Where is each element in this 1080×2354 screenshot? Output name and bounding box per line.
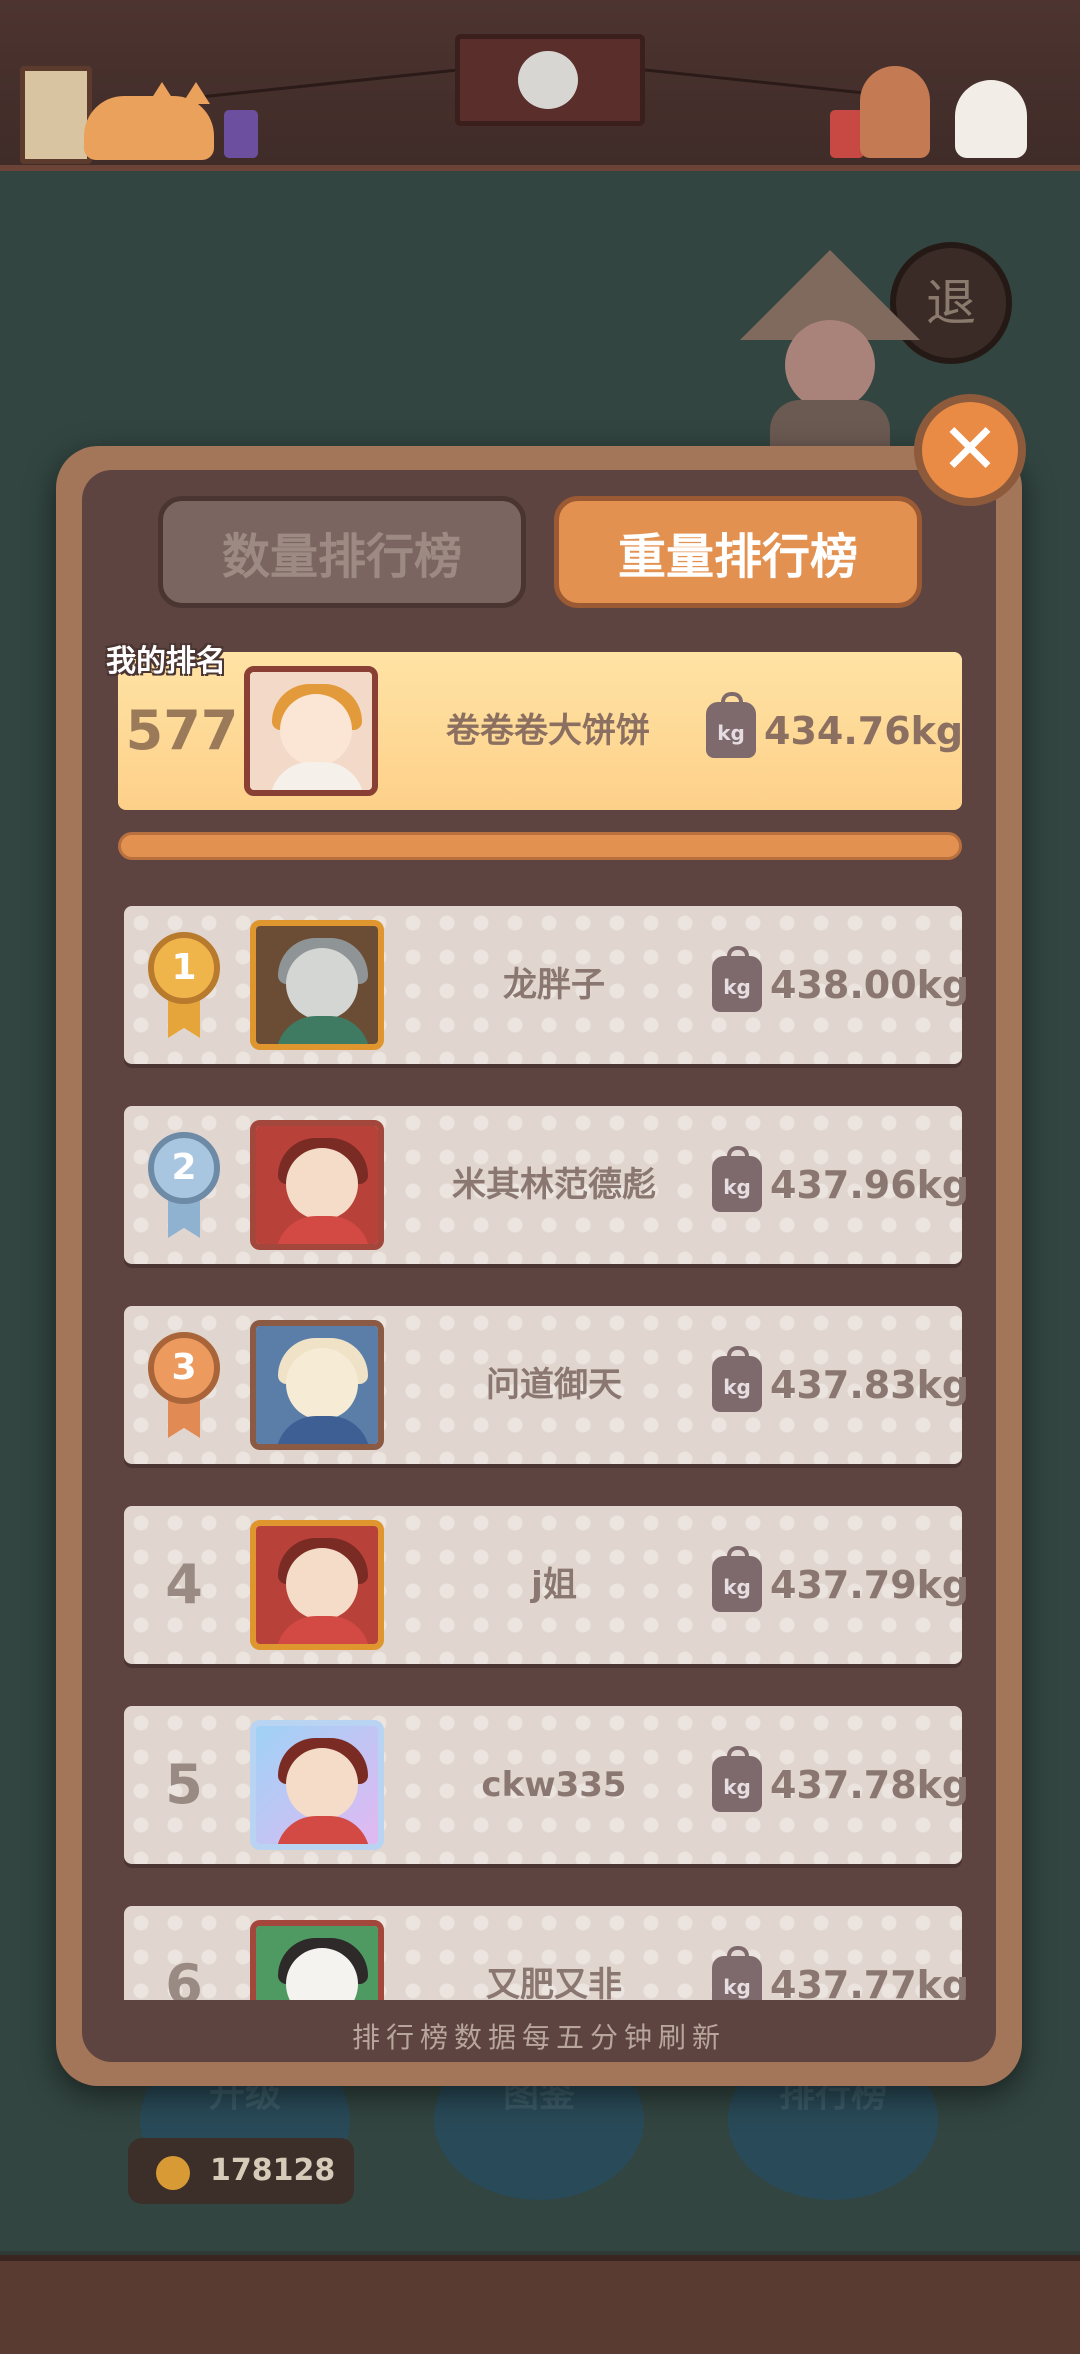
rank-number: 5 (165, 1753, 203, 1816)
player-name: ckw335 (481, 1765, 627, 1805)
player-weight: 437.78kg (770, 1763, 970, 1807)
player-name: 米其林范德彪 (452, 1165, 656, 1205)
key-icon (156, 2156, 190, 2190)
refresh-note: 排行榜数据每五分钟刷新 (351, 2021, 726, 2054)
leaderboard-row: 3 问道御天 kg 437.83kg (124, 1306, 969, 1464)
spool-decoration (830, 110, 864, 158)
my-rank-row: 577 卷卷卷大饼饼 kg 434.76kg (118, 652, 964, 810)
weight-icon: kg (712, 1746, 762, 1812)
player-weight: 437.77kg (770, 1963, 970, 2000)
white-cat-decoration (955, 80, 1027, 158)
gold-medal-icon: 1 (148, 932, 220, 1040)
player-avatar (250, 1720, 384, 1850)
coin-counter: 178128 (128, 2138, 354, 2204)
my-avatar (244, 666, 378, 796)
silver-medal-icon: 2 (148, 1132, 220, 1240)
coin-value: 178128 (210, 2153, 336, 2188)
weight-icon: kg (712, 946, 762, 1012)
rank-number: 6 (165, 1953, 203, 2000)
player-avatar (250, 1920, 384, 2000)
scroll-decoration (20, 66, 92, 164)
farmer-character (740, 250, 920, 460)
leaderboard-row: 6 又肥又非 kg 437.77kg (124, 1906, 969, 2000)
bronze-medal-icon: 3 (148, 1332, 220, 1440)
player-weight: 438.00kg (770, 963, 970, 1007)
my-name: 卷卷卷大饼饼 (446, 711, 650, 751)
player-name: j姐 (531, 1565, 577, 1605)
leaderboard-row: 5 ckw335 kg 437.78kg (124, 1706, 969, 1864)
boy-decoration (860, 66, 930, 158)
close-button[interactable]: ✕ (914, 394, 1026, 506)
raccoon-sign (455, 34, 645, 126)
rank-number: 4 (165, 1553, 203, 1616)
player-name: 问道御天 (486, 1365, 622, 1405)
player-name: 龙胖子 (503, 965, 605, 1005)
spool-decoration (224, 110, 258, 158)
player-weight: 437.83kg (770, 1363, 970, 1407)
my-weight: 434.76kg (764, 709, 964, 753)
weight-icon: kg (712, 1946, 762, 2000)
tab-quantity-ranking[interactable]: 数量排行榜 (158, 496, 526, 608)
cat-decoration (84, 82, 214, 160)
player-name: 又肥又非 (486, 1965, 622, 2000)
player-weight: 437.96kg (770, 1163, 970, 1207)
my-rank-label: 我的排名 (106, 644, 226, 679)
leaderboard-row: 1 龙胖子 kg 438.00kg (124, 906, 969, 1064)
weight-icon: kg (706, 692, 756, 758)
weight-icon: kg (712, 1146, 762, 1212)
player-avatar (250, 920, 384, 1050)
player-avatar (250, 1320, 384, 1450)
weight-icon: kg (712, 1346, 762, 1412)
weight-icon: kg (712, 1546, 762, 1612)
tab-weight-ranking[interactable]: 重量排行榜 (554, 496, 922, 608)
bottom-floor (0, 2255, 1080, 2354)
close-icon: ✕ (940, 408, 1000, 490)
top-decoration-bar (0, 0, 1080, 171)
leaderboard-row: 2 米其林范德彪 kg 437.96kg (124, 1106, 969, 1264)
player-avatar (250, 1120, 384, 1250)
leaderboard-row: 4 j姐 kg 437.79kg (124, 1506, 969, 1664)
leaderboard-list[interactable]: 1 龙胖子 kg 438.00kg 2 米其林范德彪 kg 437.96kg 3… (118, 888, 970, 2000)
player-weight: 437.79kg (770, 1563, 970, 1607)
player-avatar (250, 1520, 384, 1650)
separator-bar (118, 832, 962, 860)
